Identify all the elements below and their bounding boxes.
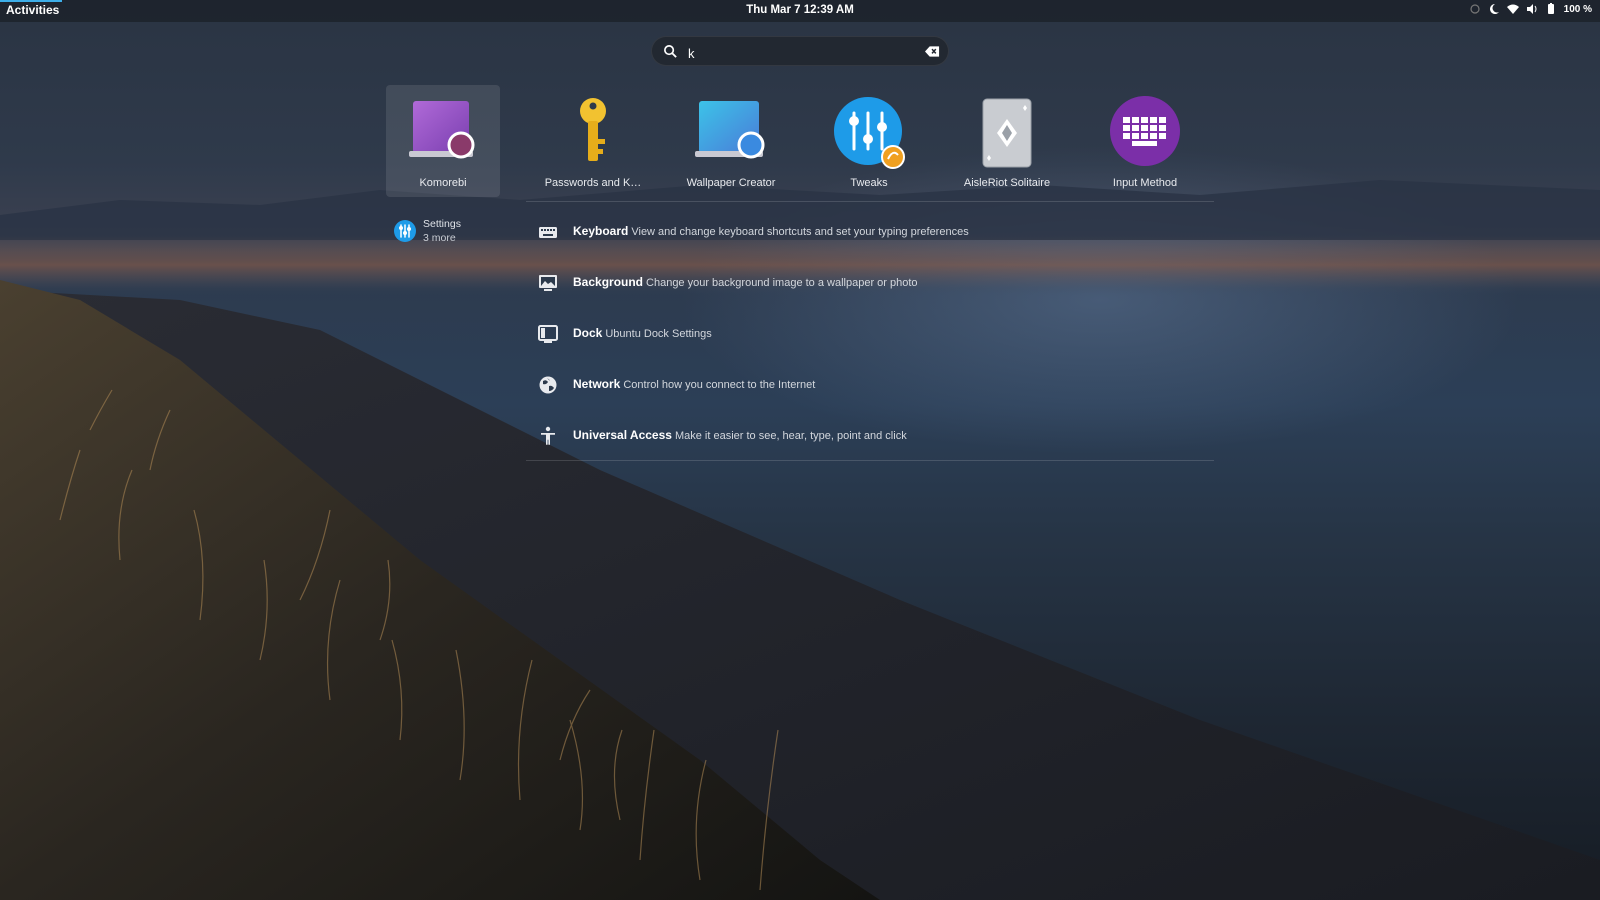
clock[interactable]: Thu Mar 7 12:39 AM (0, 4, 1600, 16)
key-icon (580, 98, 606, 161)
app-result-input-method[interactable]: Input Method (1076, 85, 1214, 197)
result-description: Ubuntu Dock Settings (605, 328, 712, 340)
app-result-komorebi[interactable]: Komorebi (386, 85, 500, 197)
universal-access-icon (541, 426, 555, 445)
settings-provider[interactable]: Settings 3 more (393, 216, 513, 244)
result-title: Dock (573, 326, 603, 340)
result-dock[interactable]: Dock Ubuntu Dock Settings (538, 314, 1214, 365)
komorebi-icon (409, 101, 475, 159)
app-result-tweaks[interactable]: Tweaks (800, 85, 938, 197)
keyboard-icon (539, 227, 557, 238)
app-label: Passwords and K… (544, 177, 642, 189)
input-method-keyboard-icon (1110, 96, 1180, 166)
app-results: Komorebi Passwords and K… Wallpaper Crea… (386, 85, 1214, 197)
result-description: View and change keyboard shortcuts and s… (631, 226, 969, 238)
settings-results: Keyboard View and change keyboard shortcu… (538, 212, 1214, 467)
app-label: Tweaks (850, 177, 888, 189)
app-label: Input Method (1112, 177, 1178, 189)
result-title: Background (573, 275, 644, 289)
background-icon (539, 275, 557, 291)
battery-icon (1547, 3, 1554, 14)
volume-icon (1526, 4, 1537, 14)
result-title: Network (573, 377, 621, 391)
result-description: Make it easier to see, hear, type, point… (674, 430, 907, 442)
divider (526, 460, 1214, 461)
provider-more[interactable]: 3 more (423, 232, 456, 244)
divider (526, 201, 1214, 202)
activities-indicator (0, 0, 62, 2)
wifi-icon (1506, 4, 1519, 14)
backspace-icon[interactable] (925, 45, 940, 58)
dock-icon (538, 325, 558, 343)
search-input[interactable] (686, 42, 910, 64)
night-light-icon (1489, 4, 1499, 14)
wallpaper-creator-icon (695, 101, 765, 159)
battery-percentage: 100 % (1563, 3, 1592, 15)
result-background[interactable]: Background Change your background image t… (538, 263, 1214, 314)
tweaks-icon (834, 97, 905, 169)
app-label: Komorebi (419, 177, 467, 189)
app-result-aisleriot[interactable]: AisleRiot Solitaire (938, 85, 1076, 197)
search-icon (664, 45, 677, 58)
screen-record-icon (1470, 4, 1480, 14)
app-result-passwords[interactable]: Passwords and K… (524, 85, 662, 197)
result-network[interactable]: Network Control how you connect to the In… (538, 365, 1214, 416)
network-globe-icon (539, 376, 557, 394)
result-title: Universal Access (573, 428, 672, 442)
result-description: Change your background image to a wallpa… (646, 277, 918, 289)
top-panel: Activities Thu Mar 7 12:39 AM 100 % (0, 0, 1600, 22)
app-label: AisleRiot Solitaire (963, 177, 1051, 189)
result-title: Keyboard (573, 224, 629, 238)
solitaire-card-icon (982, 98, 1032, 168)
app-result-wallpaper-creator[interactable]: Wallpaper Creator (662, 85, 800, 197)
app-label: Wallpaper Creator (686, 177, 776, 189)
system-tray[interactable]: 100 % (1469, 3, 1592, 15)
settings-icon (394, 220, 416, 242)
result-keyboard[interactable]: Keyboard View and change keyboard shortcu… (538, 212, 1214, 263)
result-description: Control how you connect to the Internet (623, 379, 816, 391)
search-box[interactable] (651, 36, 949, 66)
provider-name: Settings (423, 218, 461, 230)
